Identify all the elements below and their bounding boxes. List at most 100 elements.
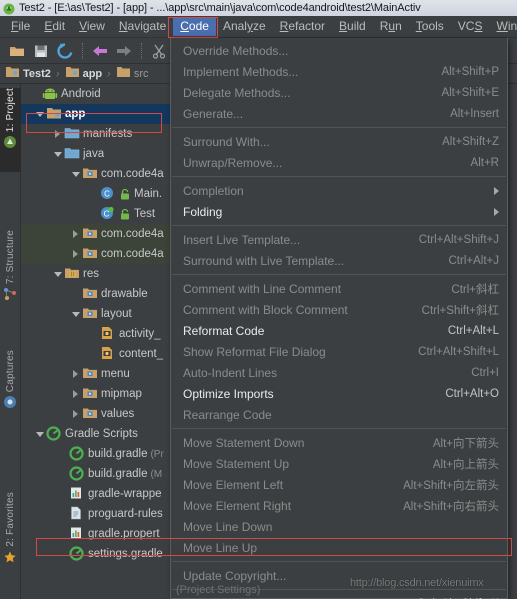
menu-item-reformat-code[interactable]: Reformat Code Ctrl+Alt+L (171, 320, 507, 341)
menu-item-show-reformat-file-dialog[interactable]: Show Reformat File Dialog Ctrl+Alt+Shift… (171, 341, 507, 362)
tree-row-package-3[interactable]: com.code4a (21, 244, 183, 264)
tree-row-menu[interactable]: menu (21, 364, 183, 384)
twisty-collapsed-icon[interactable] (69, 248, 82, 261)
twisty-placeholder (87, 328, 100, 341)
menu-window[interactable]: Wind (489, 17, 517, 36)
menu-run[interactable]: Run (373, 17, 409, 36)
menu-item-generate[interactable]: Generate... Alt+Insert (171, 103, 507, 124)
tree-row-app[interactable]: app (21, 104, 183, 124)
twisty-expanded-icon[interactable] (69, 308, 82, 321)
tree-label: Gradle Scripts (65, 428, 138, 440)
cut-icon[interactable] (148, 40, 170, 62)
menu-item-implement-methods[interactable]: Implement Methods... Alt+Shift+P (171, 61, 507, 82)
tree-row-layout[interactable]: layout (21, 304, 183, 324)
menu-item-move-element-right[interactable]: Move Element Right Alt+Shift+向右箭头 (171, 495, 507, 516)
tree-row-gradle-scripts[interactable]: Gradle Scripts (21, 424, 183, 444)
twisty-collapsed-icon[interactable] (69, 228, 82, 241)
tree-row-build-gradle-project[interactable]: build.gradle (Pr (21, 444, 183, 464)
twisty-collapsed-icon[interactable] (69, 388, 82, 401)
tree-row-package-1[interactable]: com.code4a (21, 164, 183, 184)
tree-label: layout (101, 308, 132, 320)
tree-row-values[interactable]: values (21, 404, 183, 424)
sidebar-item-favorites[interactable]: 2: Favorites (0, 492, 21, 590)
menu-item-override-methods[interactable]: Override Methods... (171, 40, 507, 61)
menu-item-label: Rearrange Code (183, 407, 272, 422)
menu-item-unwrap-remove[interactable]: Unwrap/Remove... Alt+R (171, 152, 507, 173)
tree-row-drawable[interactable]: drawable (21, 284, 183, 304)
tree-row-gradle-properties[interactable]: gradle.propert (21, 524, 183, 544)
tree-label: java (83, 148, 105, 160)
tree-row-res[interactable]: res (21, 264, 183, 284)
code-menu-dropdown[interactable]: Override Methods... Implement Methods...… (170, 38, 508, 599)
undo-icon[interactable] (89, 40, 111, 62)
tree-row-package-2[interactable]: com.code4a (21, 224, 183, 244)
tree-label: mipmap (101, 388, 142, 400)
twisty-expanded-icon[interactable] (51, 268, 64, 281)
menu-refactor[interactable]: Refactor (273, 17, 332, 36)
menu-build[interactable]: Build (332, 17, 373, 36)
sidebar-item-captures[interactable]: Captures (0, 350, 21, 434)
redo-icon[interactable] (113, 40, 135, 62)
open-folder-icon[interactable] (6, 40, 28, 62)
tree-row-manifests[interactable]: manifests (21, 124, 183, 144)
svg-text:C: C (104, 210, 110, 219)
menu-item-label: Folding (183, 204, 223, 219)
menu-item-move-line-down[interactable]: Move Line Down (171, 516, 507, 537)
menu-item-optimize-imports[interactable]: Optimize Imports Ctrl+Alt+O (171, 383, 507, 404)
sidebar-item-project[interactable]: 1: Project (0, 88, 21, 172)
tree-row-settings-gradle[interactable]: settings.gradle (21, 544, 183, 564)
twisty-expanded-icon[interactable] (33, 428, 46, 441)
menu-item-folding[interactable]: Folding (171, 201, 507, 222)
breadcrumb-item-test2[interactable]: Test2 (5, 65, 51, 83)
menu-item-shortcut: Alt+Shift+Z (442, 135, 499, 148)
menu-item-move-statement-down[interactable]: Move Statement Down Alt+向下箭头 (171, 432, 507, 453)
menu-item-delegate-methods[interactable]: Delegate Methods... Alt+Shift+E (171, 82, 507, 103)
twisty-collapsed-icon[interactable] (51, 128, 64, 141)
tree-row-java[interactable]: java (21, 144, 183, 164)
menu-item-move-element-left[interactable]: Move Element Left Alt+Shift+向左箭头 (171, 474, 507, 495)
menu-item-completion[interactable]: Completion (171, 180, 507, 201)
menu-item-comment-with-block-comment[interactable]: Comment with Block Comment Ctrl+Shift+斜杠 (171, 299, 507, 320)
menu-item-move-statement-up[interactable]: Move Statement Up Alt+向上箭头 (171, 453, 507, 474)
tree-label: values (101, 408, 135, 420)
menu-item-label: Move Line Down (183, 519, 273, 534)
menu-item-shortcut: Alt+向上箭头 (432, 458, 499, 471)
menu-item-move-line-up[interactable]: Move Line Up (171, 537, 507, 558)
menu-view[interactable]: View (72, 17, 112, 36)
save-all-icon[interactable] (30, 40, 52, 62)
menu-item-insert-live-template[interactable]: Insert Live Template... Ctrl+Alt+Shift+J (171, 229, 507, 250)
tree-row-test[interactable]: C Test (21, 204, 183, 224)
tree-row-activity-main[interactable]: activity_ (21, 324, 183, 344)
tree-row-content-main[interactable]: content_ (21, 344, 183, 364)
menu-analyze[interactable]: Analyze (216, 17, 273, 36)
twisty-collapsed-icon[interactable] (69, 368, 82, 381)
menu-item-auto-indent-lines[interactable]: Auto-Indent Lines Ctrl+I (171, 362, 507, 383)
sync-icon[interactable] (54, 40, 76, 62)
toolbar-separator (82, 42, 83, 59)
menu-item-comment-with-line-comment[interactable]: Comment with Line Comment Ctrl+斜杠 (171, 278, 507, 299)
tree-row-build-gradle-module[interactable]: build.gradle (M (21, 464, 183, 484)
menu-edit[interactable]: Edit (37, 17, 72, 36)
tree-row-proguard-rules[interactable]: proguard-rules (21, 504, 183, 524)
sidebar-item-structure[interactable]: 7: Structure (0, 230, 21, 330)
menu-vcs[interactable]: VCS (451, 17, 490, 36)
twisty-expanded-icon[interactable] (69, 168, 82, 181)
twisty-collapsed-icon[interactable] (69, 408, 82, 421)
project-tree[interactable]: Android app manifests java com.code4a C … (21, 84, 183, 599)
tree-row-mainactivity[interactable]: C Main. (21, 184, 183, 204)
tree-row-gradle-wrapper[interactable]: gradle-wrappe (21, 484, 183, 504)
menu-tools[interactable]: Tools (409, 17, 451, 36)
twisty-expanded-icon[interactable] (51, 148, 64, 161)
menu-file[interactable]: File (4, 17, 37, 36)
breadcrumb-item-app[interactable]: app (65, 65, 102, 83)
menu-item-label: Move Element Right (183, 498, 292, 513)
breadcrumb-item-src[interactable]: src (116, 65, 149, 83)
tree-row-android[interactable]: Android (21, 84, 183, 104)
tree-row-mipmap[interactable]: mipmap (21, 384, 183, 404)
menu-item-rearrange-code[interactable]: Rearrange Code (171, 404, 507, 425)
menu-navigate[interactable]: Navigate (112, 17, 173, 36)
menu-item-surround-with[interactable]: Surround With... Alt+Shift+Z (171, 131, 507, 152)
twisty-expanded-icon[interactable] (33, 108, 46, 121)
menu-code[interactable]: Code (173, 17, 216, 36)
menu-item-surround-with-live-template[interactable]: Surround with Live Template... Ctrl+Alt+… (171, 250, 507, 271)
